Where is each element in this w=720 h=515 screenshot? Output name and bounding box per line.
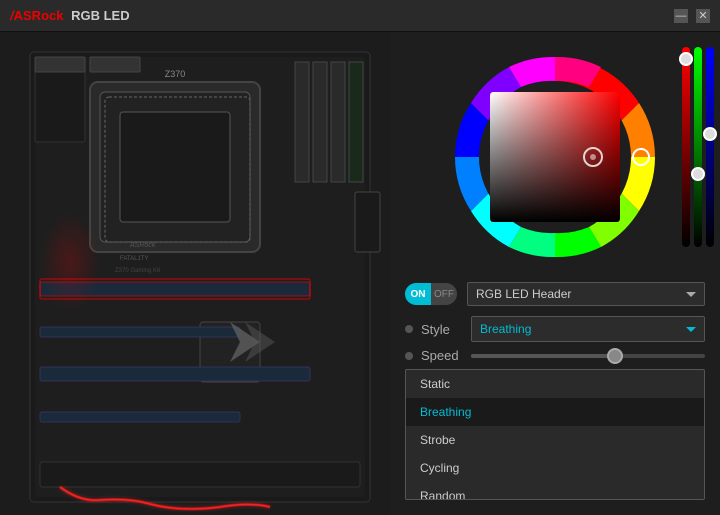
right-panel: ON OFF RGB LED Header Style Breathing Sp… bbox=[390, 32, 720, 515]
svg-text:Z370 Gaming K6: Z370 Gaming K6 bbox=[115, 268, 161, 274]
color-sliders bbox=[682, 42, 712, 262]
dropdown-item[interactable]: Cycling bbox=[406, 454, 704, 482]
titlebar-left: /ASRock RGB LED bbox=[10, 8, 130, 23]
dropdown-item[interactable]: Strobe bbox=[406, 426, 704, 454]
speed-track[interactable] bbox=[471, 354, 705, 358]
minimize-button[interactable]: — bbox=[674, 9, 688, 23]
color-wheel-container[interactable] bbox=[445, 47, 665, 267]
speed-fill bbox=[471, 354, 611, 358]
close-button[interactable]: ✕ bbox=[696, 9, 710, 23]
dropdown-item[interactable]: Random bbox=[406, 482, 704, 500]
style-dropdown[interactable]: Breathing bbox=[471, 316, 705, 342]
speed-knob[interactable] bbox=[607, 348, 623, 364]
speed-slider-container[interactable] bbox=[471, 354, 705, 358]
header-dropdown[interactable]: RGB LED Header bbox=[467, 282, 705, 306]
color-wheel-svg bbox=[445, 47, 665, 267]
style-dropdown-menu: StaticBreathingStrobeCyclingRandomMusicW… bbox=[405, 369, 705, 500]
style-row: Style Breathing bbox=[405, 316, 705, 342]
header-dropdown-chevron bbox=[686, 292, 696, 297]
motherboard-area: Z370 ASRock FATAL1TY Z370 Gaming K6 bbox=[0, 32, 390, 515]
blue-knob[interactable] bbox=[703, 127, 717, 141]
dropdown-item[interactable]: Breathing bbox=[406, 398, 704, 426]
style-dropdown-value: Breathing bbox=[480, 322, 531, 336]
red-slider[interactable] bbox=[682, 42, 690, 252]
svg-text:ASRock: ASRock bbox=[129, 242, 156, 249]
controls-row: ON OFF RGB LED Header bbox=[405, 282, 705, 306]
asrock-brand: /ASRock bbox=[10, 8, 63, 23]
header-dropdown-label: RGB LED Header bbox=[476, 287, 571, 301]
logo-asrock: /ASRock RGB LED bbox=[10, 8, 130, 23]
main-layout: Z370 ASRock FATAL1TY Z370 Gaming K6 bbox=[0, 32, 720, 515]
power-toggle[interactable]: ON OFF bbox=[405, 283, 457, 305]
green-slider[interactable] bbox=[694, 42, 702, 252]
style-dot bbox=[405, 325, 413, 333]
speed-row: Speed bbox=[405, 348, 705, 363]
speed-row-label: Speed bbox=[421, 348, 471, 363]
svg-text:Z370: Z370 bbox=[165, 69, 186, 79]
svg-text:FATAL1TY: FATAL1TY bbox=[120, 256, 148, 262]
titlebar-controls: — ✕ bbox=[674, 9, 710, 23]
dropdown-item[interactable]: Static bbox=[406, 370, 704, 398]
style-row-label: Style bbox=[421, 322, 471, 337]
green-knob[interactable] bbox=[691, 167, 705, 181]
speed-dot bbox=[405, 352, 413, 360]
motherboard-svg: Z370 ASRock FATAL1TY Z370 Gaming K6 bbox=[0, 32, 390, 515]
toggle-on-label: ON bbox=[405, 283, 431, 305]
blue-slider[interactable] bbox=[706, 42, 714, 252]
titlebar: /ASRock RGB LED — ✕ bbox=[0, 0, 720, 32]
red-knob[interactable] bbox=[679, 52, 693, 66]
logo-rgb-text: RGB LED bbox=[71, 8, 130, 23]
style-dropdown-chevron bbox=[686, 327, 696, 332]
toggle-off-label: OFF bbox=[431, 283, 457, 305]
